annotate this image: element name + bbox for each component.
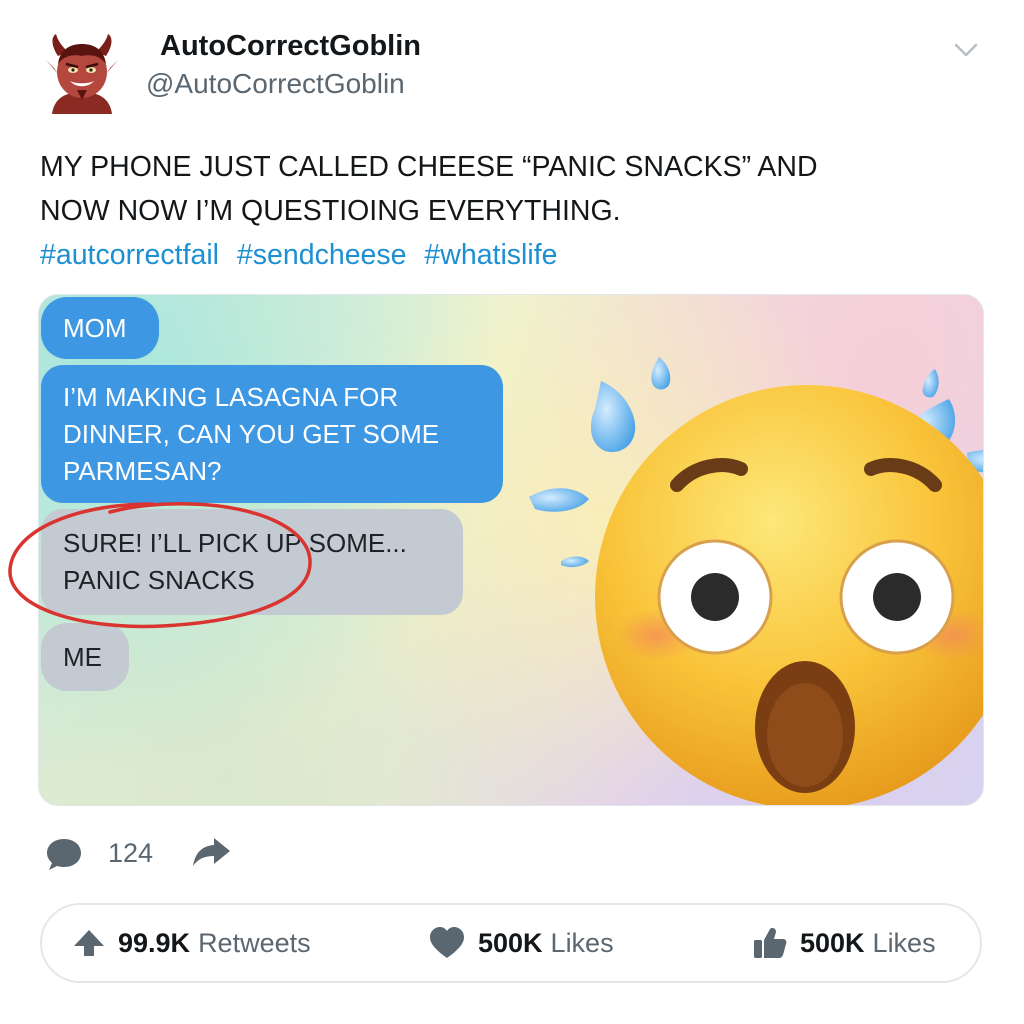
mom-label-bubble: MOM xyxy=(41,297,159,359)
message-line: I’M MAKING LASAGNA FOR xyxy=(63,382,399,412)
devil-avatar-icon xyxy=(46,34,118,114)
reply-button[interactable] xyxy=(44,836,84,872)
hashtag-autcorrectfail[interactable]: #autcorrectfail xyxy=(40,239,219,271)
tweet-text: MY PHONE JUST CALLED CHEESE “PANIC SNACK… xyxy=(40,145,940,277)
mom-label: MOM xyxy=(63,313,127,343)
likes-label-secondary: Likes xyxy=(872,927,936,958)
retweets-stat[interactable]: 99.9K Retweets xyxy=(72,905,311,981)
heart-icon xyxy=(430,927,464,958)
avatar[interactable] xyxy=(44,34,120,114)
likes-label: Likes xyxy=(550,927,614,958)
hashtag-whatislife[interactable]: #whatislife xyxy=(424,239,557,271)
reply-count: 124 xyxy=(108,838,154,868)
me-label: ME xyxy=(63,642,102,672)
media-image[interactable]: MOM I’M MAKING LASAGNA FOR DINNER, CAN Y… xyxy=(38,294,984,806)
tweet-card: AutoCorrectGoblin @AutoCorrectGoblin MY … xyxy=(0,0,1024,1024)
me-message-bubble: SURE! I’LL PICK UP SOME... PANIC SNACKS xyxy=(41,509,463,615)
message-line: DINNER, CAN YOU GET SOME xyxy=(63,419,440,449)
hashtag-sendcheese[interactable]: #sendcheese xyxy=(237,239,407,271)
more-options-button[interactable] xyxy=(952,38,980,62)
message-line: SURE! I’LL PICK UP SOME... xyxy=(63,528,407,558)
astonished-face-sweat-icon xyxy=(529,357,983,805)
me-label-bubble: ME xyxy=(41,623,129,691)
hashtag-list: #autcorrectfail #sendcheese #whatislife xyxy=(40,233,940,277)
retweets-count: 99.9K xyxy=(118,927,191,958)
likes-stat-heart[interactable]: 500K Likes xyxy=(428,905,614,981)
message-line: PANIC SNACKS xyxy=(63,565,255,595)
arrow-up-icon xyxy=(74,930,104,956)
user-handle[interactable]: @AutoCorrectGoblin xyxy=(146,68,405,100)
tweet-line: NOW NOW I’M QUESTIOING EVERYTHING. xyxy=(40,195,621,227)
speech-bubble-icon xyxy=(47,839,81,870)
retweets-label: Retweets xyxy=(198,927,311,958)
engagement-stats-bar: 99.9K Retweets 500K Likes 500K Likes xyxy=(40,903,982,983)
likes-count-secondary: 500K xyxy=(800,927,865,958)
display-name[interactable]: AutoCorrectGoblin xyxy=(160,30,421,63)
tweet-line: MY PHONE JUST CALLED CHEESE “PANIC SNACK… xyxy=(40,151,818,183)
likes-stat-thumb[interactable]: 500K Likes xyxy=(752,905,936,981)
chevron-down-icon xyxy=(954,43,978,57)
share-button[interactable] xyxy=(190,834,232,870)
likes-count: 500K xyxy=(478,927,543,958)
message-line: PARMESAN? xyxy=(63,456,222,486)
share-arrow-icon xyxy=(193,838,230,866)
thumbs-up-icon xyxy=(754,928,787,958)
mom-message-bubble: I’M MAKING LASAGNA FOR DINNER, CAN YOU G… xyxy=(41,365,503,503)
